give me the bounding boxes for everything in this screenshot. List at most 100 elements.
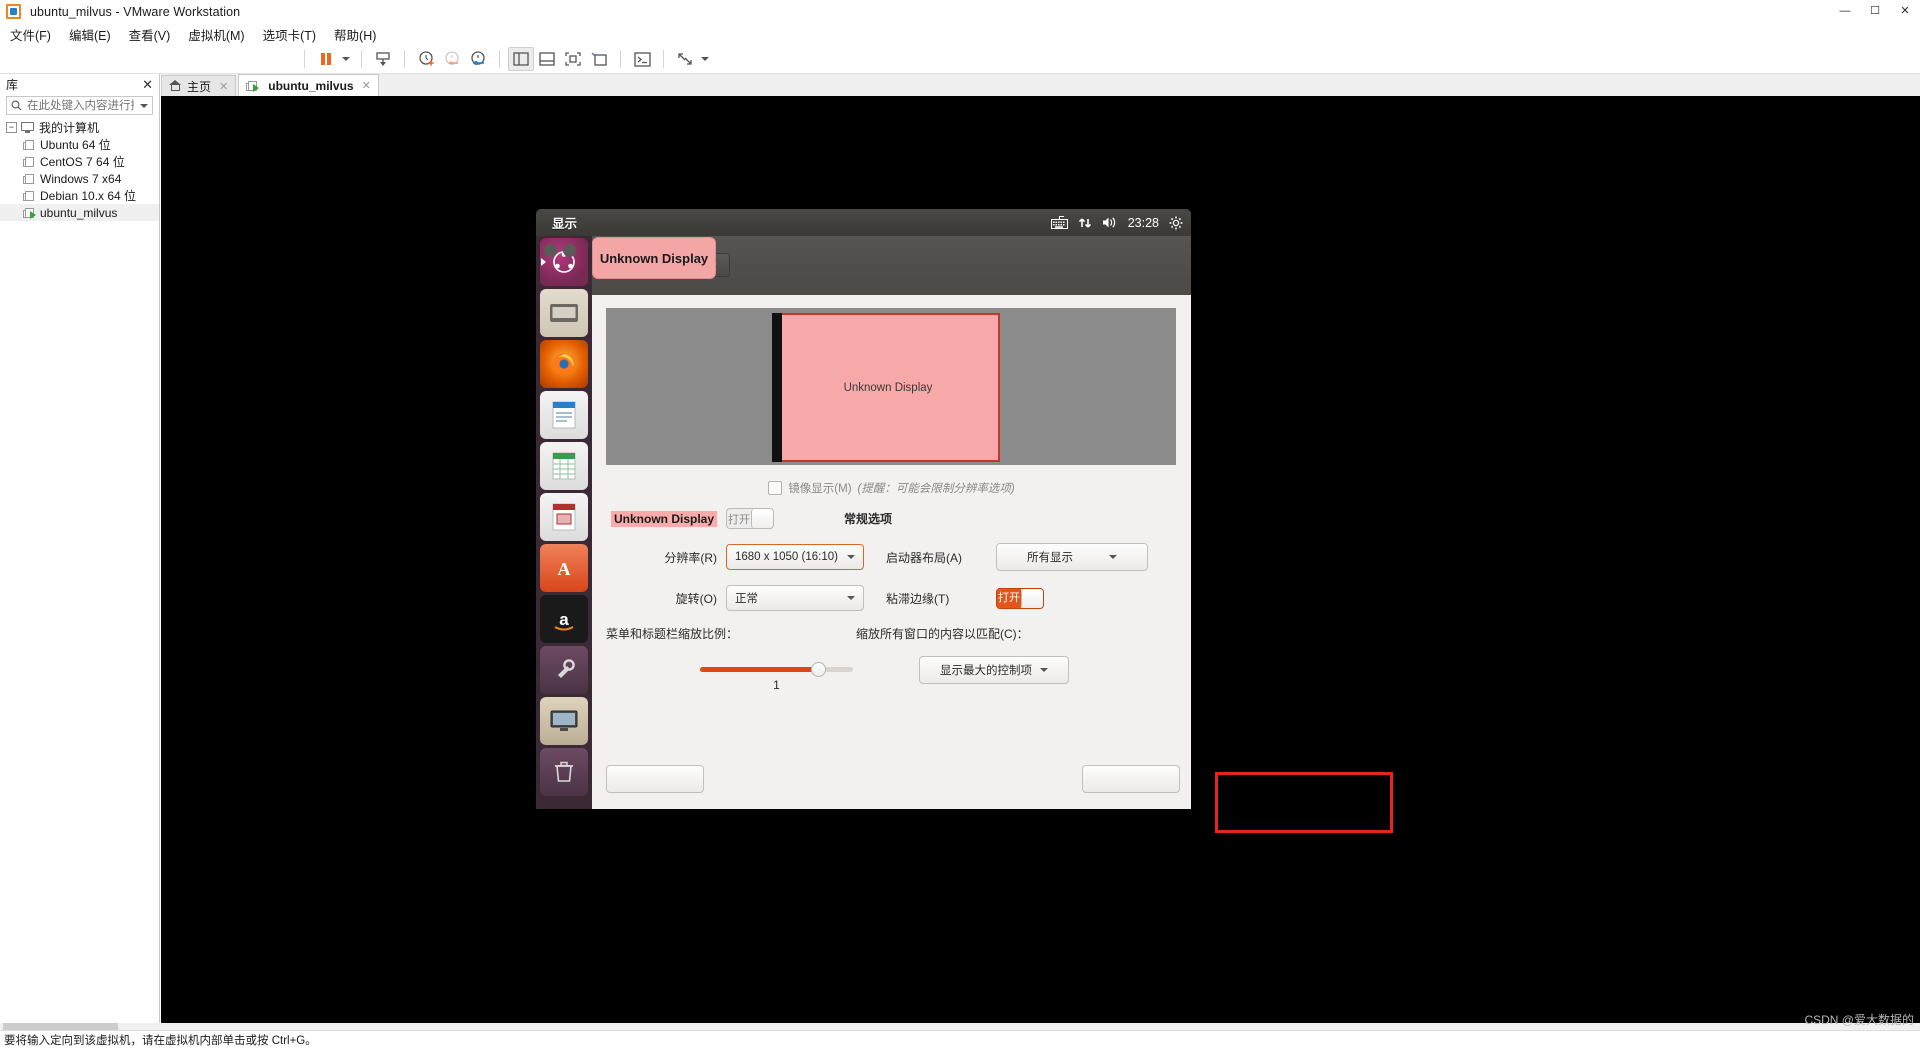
guest-clock[interactable]: 23:28 xyxy=(1128,216,1159,230)
menu-edit[interactable]: 编辑(E) xyxy=(61,23,119,46)
launcher-files-icon[interactable] xyxy=(540,289,588,337)
menu-view[interactable]: 查看(V) xyxy=(121,23,179,46)
svg-text:a: a xyxy=(559,610,569,629)
volume-icon[interactable] xyxy=(1102,216,1118,229)
menu-scale-value: 1 xyxy=(773,677,780,692)
launcher-trash-icon[interactable] xyxy=(540,748,588,796)
menu-scale-slider[interactable] xyxy=(700,661,853,677)
sidebar-item-centos7[interactable]: CentOS 7 64 位 xyxy=(0,153,159,170)
tab-home[interactable]: 主页 ✕ xyxy=(161,75,237,96)
chevron-down-icon xyxy=(701,57,709,61)
tab-label: ubuntu_milvus xyxy=(268,78,354,93)
tree-expander-icon[interactable]: − xyxy=(6,122,17,133)
resolution-value: 1680 x 1050 (16:10) xyxy=(735,551,838,563)
tab-strip: 主页 ✕ ubuntu_milvus ✕ xyxy=(161,74,1920,96)
monitor-tile[interactable]: Unknown Display xyxy=(772,313,1000,462)
sticky-edges-switch[interactable]: 打开 xyxy=(996,587,1044,609)
vmware-workstation-window: ubuntu_milvus - VMware Workstation — ☐ ✕… xyxy=(0,0,1920,1048)
menu-file[interactable]: 文件(F) xyxy=(2,23,59,46)
gear-icon[interactable] xyxy=(1169,216,1183,230)
toolbar-separator xyxy=(663,50,664,68)
menu-help[interactable]: 帮助(H) xyxy=(326,23,384,46)
tab-close-icon[interactable]: ✕ xyxy=(362,79,371,92)
rotation-value: 正常 xyxy=(735,593,758,605)
sticky-edges-switch-label: 打开 xyxy=(997,588,1021,608)
launcher-settings-icon[interactable] xyxy=(540,646,588,694)
guest-window-titlebar: 显示 23:28 xyxy=(536,209,1191,236)
mirror-displays-label: 镜像显示(M) xyxy=(788,483,852,495)
fullscreen-button[interactable] xyxy=(560,47,586,71)
window-controls: — ☐ ✕ xyxy=(1830,0,1920,23)
rotation-label: 旋转(O) xyxy=(675,591,717,606)
sidebar-item-ubuntu-milvus[interactable]: ubuntu_milvus xyxy=(0,204,159,221)
window-titlebar: ubuntu_milvus - VMware Workstation — ☐ ✕ xyxy=(0,0,1920,24)
launcher-layout-select[interactable]: 所有显示 xyxy=(996,543,1148,571)
svg-text:A: A xyxy=(558,559,571,579)
monitor-arrangement-stage[interactable]: Unknown Display xyxy=(606,308,1176,465)
keyboard-icon[interactable] xyxy=(1050,216,1068,229)
minimize-button[interactable]: — xyxy=(1830,0,1860,23)
launcher-display-icon[interactable] xyxy=(540,697,588,745)
slider-handle[interactable] xyxy=(811,661,826,677)
revert-snapshot-button[interactable] xyxy=(439,47,465,71)
sticky-edges-label: 粘滞边缘(T) xyxy=(886,591,950,606)
launcher-amazon-icon[interactable]: a xyxy=(540,595,588,643)
menu-vm[interactable]: 虚拟机(M) xyxy=(180,23,252,46)
display-power-switch[interactable]: 打开 xyxy=(726,508,774,529)
vm-display-area[interactable]: 显示 23:28 Unknown Display A a Unknown Dis… xyxy=(161,96,1920,1030)
sidebar-item-ubuntu64[interactable]: Ubuntu 64 位 xyxy=(0,136,159,153)
tab-ubuntu-milvus[interactable]: ubuntu_milvus ✕ xyxy=(238,74,379,96)
tab-label: 主页 xyxy=(187,79,212,94)
rotation-select[interactable]: 正常 xyxy=(726,585,864,611)
sidebar-item-debian10[interactable]: Debian 10.x 64 位 xyxy=(0,187,159,204)
scale-all-windows-select[interactable]: 显示最大的控制项 xyxy=(919,656,1069,684)
display-power-switch-label: 打开 xyxy=(727,513,750,526)
power-pause-button[interactable] xyxy=(313,47,339,71)
resolution-select[interactable]: 1680 x 1050 (16:10) xyxy=(726,544,864,570)
guest-statusbar: 23:28 xyxy=(1050,209,1183,236)
tree-root-label: 我的计算机 xyxy=(39,121,100,135)
manage-snapshots-button[interactable] xyxy=(465,47,491,71)
launcher-calc-icon[interactable] xyxy=(540,442,588,490)
vm-icon xyxy=(23,139,35,151)
selected-display-title: Unknown Display xyxy=(610,510,717,527)
status-bar: 要将输入定向到该虚拟机，请在虚拟机内部单击或按 Ctrl+G。 xyxy=(0,1030,1920,1048)
network-updown-icon[interactable] xyxy=(1078,216,1092,230)
launcher-software-icon[interactable]: A xyxy=(540,544,588,592)
tab-close-icon[interactable]: ✕ xyxy=(219,80,228,93)
snapshot-manager-button[interactable] xyxy=(370,47,396,71)
monitor-edge-marker xyxy=(772,313,782,462)
toolbar-separator xyxy=(499,50,500,68)
vm-icon xyxy=(23,173,35,185)
computer-icon xyxy=(21,122,34,133)
library-title: 库 xyxy=(6,77,19,92)
stretch-dropdown-button[interactable] xyxy=(698,47,712,71)
detect-displays-button[interactable] xyxy=(606,765,704,793)
launcher-firefox-icon[interactable] xyxy=(540,340,588,388)
tree-root-my-computer[interactable]: − 我的计算机 xyxy=(0,119,159,136)
menu-tabs[interactable]: 选项卡(T) xyxy=(255,23,324,46)
console-button[interactable] xyxy=(629,47,655,71)
mirror-displays-checkbox[interactable] xyxy=(768,481,783,495)
stretch-button[interactable] xyxy=(672,47,698,71)
launcher-impress-icon[interactable] xyxy=(540,493,588,541)
search-input[interactable] xyxy=(25,98,136,113)
sidebar-item-windows7[interactable]: Windows 7 x64 xyxy=(0,170,159,187)
close-icon[interactable]: ✕ xyxy=(142,78,153,91)
launcher-writer-icon[interactable] xyxy=(540,391,588,439)
main-toolbar xyxy=(0,45,1920,74)
launcher-layout-value: 所有显示 xyxy=(1027,552,1073,564)
guest-close-icon[interactable] xyxy=(544,244,557,257)
close-button[interactable]: ✕ xyxy=(1890,0,1920,23)
show-library-button[interactable] xyxy=(508,47,534,71)
unity-mode-button[interactable] xyxy=(586,47,612,71)
library-search[interactable] xyxy=(6,96,153,115)
menu-scale-label: 菜单和标题栏缩放比例： xyxy=(606,627,739,641)
take-snapshot-button[interactable] xyxy=(413,47,439,71)
chevron-down-icon[interactable] xyxy=(136,103,152,108)
guest-minimize-icon[interactable] xyxy=(563,244,576,257)
apply-button[interactable] xyxy=(1082,765,1180,793)
show-thumbnails-button[interactable] xyxy=(534,47,560,71)
maximize-button[interactable]: ☐ xyxy=(1860,0,1890,23)
power-dropdown-button[interactable] xyxy=(339,47,353,71)
